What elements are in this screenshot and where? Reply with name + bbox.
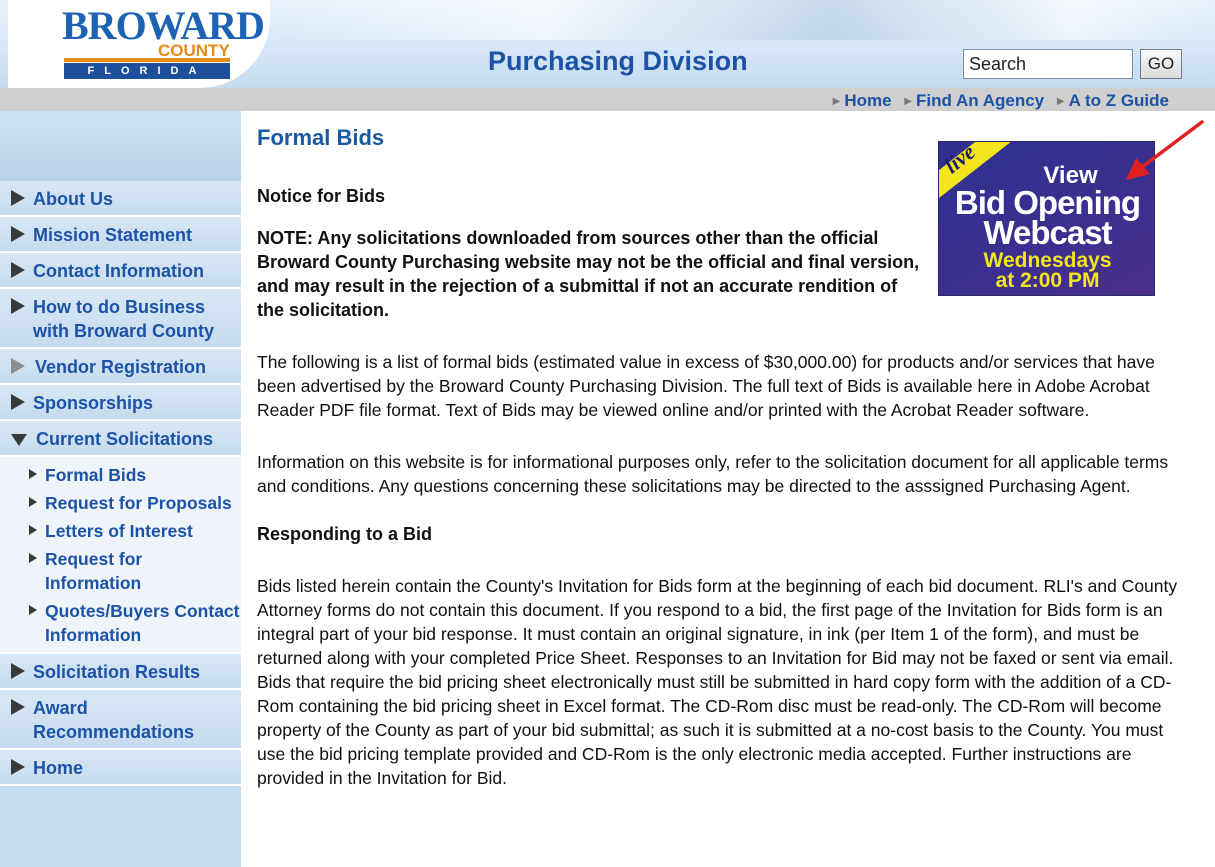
responding-paragraph: Bids listed herein contain the County's … (257, 576, 1178, 788)
arrow-right-icon (29, 605, 37, 615)
sidebar: About Us Mission Statement Contact Infor… (0, 111, 241, 867)
sidebar-item-label: About Us (33, 189, 113, 209)
logo-state: FLORIDA (64, 63, 230, 79)
arrow-right-icon (11, 190, 25, 206)
triangle-right-icon: ▶ (904, 96, 912, 107)
sidebar-item-award-recommendations[interactable]: Award Recommendations (0, 690, 241, 750)
sidebar-submenu-current-solicitations: Formal Bids Request for Proposals Letter… (0, 457, 241, 654)
sidebar-item-home[interactable]: Home (0, 750, 241, 786)
sidebar-item-mission-statement[interactable]: Mission Statement (0, 217, 241, 253)
sidebar-subitem-label: Request for Proposals (45, 493, 232, 513)
sidebar-item-about-us[interactable]: About Us (0, 181, 241, 217)
sidebar-item-solicitation-results[interactable]: Solicitation Results (0, 654, 241, 690)
arrow-right-icon (11, 394, 25, 410)
search-input[interactable] (963, 49, 1133, 79)
site-title: Purchasing Division (488, 46, 748, 76)
arrow-right-icon (11, 699, 25, 715)
banner-line-wednesdays: Wednesdays (983, 249, 1112, 272)
arrow-right-icon (11, 226, 25, 242)
sidebar-item-label: Mission Statement (33, 225, 193, 245)
topnav-find-agency-link[interactable]: Find An Agency (916, 91, 1044, 110)
triangle-right-icon: ▶ (832, 96, 841, 107)
arrow-down-icon (11, 434, 27, 446)
sidebar-item-sponsorships[interactable]: Sponsorships (0, 385, 241, 421)
arrow-right-icon (11, 262, 25, 278)
triangle-right-icon: ▶ (1056, 96, 1065, 107)
arrow-right-icon (29, 553, 37, 563)
sidebar-item-current-solicitations[interactable]: Current Solicitations (0, 421, 241, 457)
sidebar-item-label: How to do Business with Broward County (33, 297, 214, 341)
sidebar-item-label: Solicitation Results (33, 662, 201, 682)
intro-paragraph: The following is a list of formal bids (… (257, 352, 1155, 420)
topnav-home-link[interactable]: Home (844, 91, 891, 110)
sidebar-top-spacer (0, 111, 241, 181)
arrow-right-icon (29, 525, 37, 535)
banner-line-webcast: Webcast (983, 214, 1112, 251)
sidebar-subitem-request-for-information[interactable]: Request for Information (0, 545, 241, 597)
arrow-right-icon (11, 663, 25, 679)
sidebar-subitem-formal-bids[interactable]: Formal Bids (0, 461, 241, 489)
topnav-a-to-z-link[interactable]: A to Z Guide (1069, 91, 1169, 110)
site-header: BROWARD COUNTY FLORIDA Purchasing Divisi… (0, 0, 1215, 88)
sidebar-item-how-to-do-business[interactable]: How to do Business with Broward County (0, 289, 241, 349)
responding-heading: Responding to a Bid (257, 524, 432, 544)
sidebar-subitem-label: Quotes/Buyers Contact Information (45, 601, 240, 645)
sidebar-item-vendor-registration[interactable]: Vendor Registration (0, 349, 241, 385)
sidebar-subitem-letters-of-interest[interactable]: Letters of Interest (0, 517, 241, 545)
red-arrow-annotation-icon (1126, 120, 1204, 180)
sidebar-item-label: Sponsorships (33, 393, 154, 413)
logo-swoosh (64, 58, 230, 62)
sidebar-item-label: Contact Information (33, 261, 204, 281)
sidebar-item-label: Vendor Registration (35, 357, 207, 377)
sidebar-subitem-label: Letters of Interest (45, 521, 193, 541)
arrow-right-icon (11, 759, 25, 775)
sidebar-subitem-quotes-buyers[interactable]: Quotes/Buyers Contact Information (0, 597, 241, 649)
sidebar-item-label: Award Recommendations (33, 698, 195, 742)
top-nav-bar: ▶ Home ▶ Find An Agency ▶ A to Z Guide (0, 88, 1215, 111)
sidebar-subitem-label: Request for Information (45, 549, 143, 593)
logo-county: COUNTY (158, 41, 230, 60)
sidebar-item-label: Current Solicitations (36, 429, 214, 449)
arrow-right-icon (29, 497, 37, 507)
sidebar-subitem-request-for-proposals[interactable]: Request for Proposals (0, 489, 241, 517)
info-paragraph: Information on this website is for infor… (257, 452, 1169, 496)
sidebar-item-contact-information[interactable]: Contact Information (0, 253, 241, 289)
sidebar-subitem-label: Formal Bids (45, 465, 147, 485)
notice-note: NOTE: Any solicitations downloaded from … (257, 228, 920, 320)
arrow-right-icon (11, 298, 25, 314)
logo-wordmark: BROWARD (62, 3, 265, 48)
sidebar-item-label: Home (33, 758, 84, 778)
arrow-right-icon (29, 469, 37, 479)
broward-county-logo[interactable]: BROWARD COUNTY FLORIDA (8, 0, 270, 88)
top-nav-links: ▶ Home ▶ Find An Agency ▶ A to Z Guide (825, 91, 1169, 111)
arrow-right-icon (11, 358, 25, 374)
banner-line-time: at 2:00 PM (995, 269, 1100, 292)
go-button[interactable]: GO (1140, 49, 1182, 79)
